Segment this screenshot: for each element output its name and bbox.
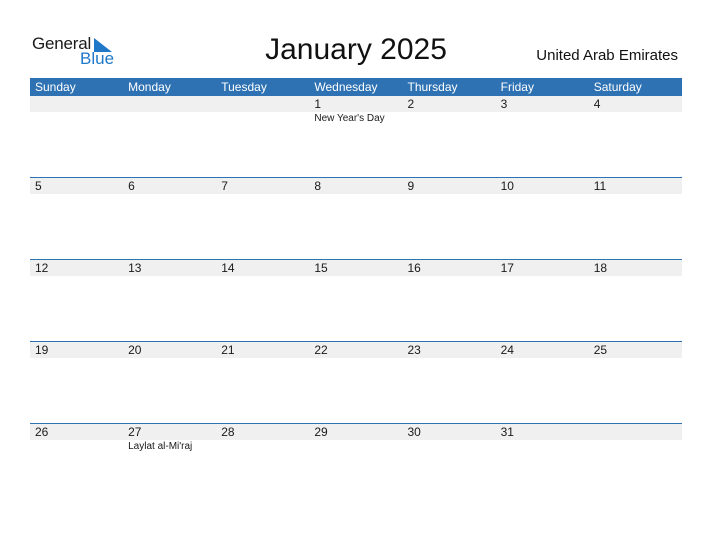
day-number: 5 bbox=[35, 179, 42, 193]
day-number: 19 bbox=[35, 343, 49, 357]
holiday-label bbox=[123, 112, 216, 126]
day-number: 30 bbox=[407, 425, 421, 439]
day-number: 21 bbox=[221, 343, 235, 357]
day-number: 6 bbox=[128, 179, 135, 193]
weekday-monday: Monday bbox=[128, 80, 171, 94]
day-number bbox=[589, 424, 682, 440]
holiday-label bbox=[309, 440, 402, 454]
weekday-sunday: Sunday bbox=[35, 80, 76, 94]
day-number: 16 bbox=[407, 261, 421, 275]
weekday-saturday: Saturday bbox=[593, 80, 642, 94]
day-number: 1 bbox=[314, 97, 322, 111]
day-number: 17 bbox=[500, 261, 514, 275]
day-number bbox=[30, 96, 123, 112]
events-row: Laylat al-Mi'raj bbox=[30, 440, 682, 454]
holiday-label bbox=[589, 440, 682, 454]
day-number: 3 bbox=[500, 97, 508, 111]
holiday-label bbox=[216, 112, 309, 126]
events-row: New Year's Day bbox=[30, 112, 682, 126]
holiday-label bbox=[403, 112, 496, 126]
day-number: 10 bbox=[500, 179, 514, 193]
calendar-grid: Sunday Monday Tuesday Wednesday Thursday… bbox=[30, 78, 682, 505]
day-number: 9 bbox=[407, 179, 415, 193]
week-row: 26 27 28 29 30 31 Laylat al-Mi'raj bbox=[30, 423, 682, 505]
holiday-label bbox=[30, 440, 123, 454]
holiday-label bbox=[403, 440, 496, 454]
day-number: 2 bbox=[407, 97, 415, 111]
date-strip: 19 20 21 22 23 24 25 bbox=[30, 342, 682, 358]
day-number: 13 bbox=[128, 261, 142, 275]
day-number: 29 bbox=[314, 425, 328, 439]
day-number: 24 bbox=[500, 343, 514, 357]
weekday-tuesday: Tuesday bbox=[221, 80, 267, 94]
holiday-label: Laylat al-Mi'raj bbox=[128, 441, 193, 452]
weeks-container: 1 2 3 4 New Year's Day 5 6 7 8 9 10 11 12 13 14 15 16 17 1… bbox=[30, 96, 682, 505]
day-number: 12 bbox=[35, 261, 49, 275]
day-number: 25 bbox=[593, 343, 608, 357]
day-number: 7 bbox=[221, 179, 228, 193]
date-strip: 26 27 28 29 30 31 bbox=[30, 424, 682, 440]
holiday-label bbox=[30, 112, 123, 126]
week-row: 1 2 3 4 New Year's Day bbox=[30, 96, 682, 177]
day-number bbox=[123, 96, 216, 112]
date-strip: 5 6 7 8 9 10 11 bbox=[30, 178, 682, 194]
day-number bbox=[216, 96, 309, 112]
day-number: 15 bbox=[314, 261, 328, 275]
day-number: 11 bbox=[593, 179, 607, 193]
day-number: 23 bbox=[407, 343, 421, 357]
day-number: 14 bbox=[221, 261, 235, 275]
week-row: 5 6 7 8 9 10 11 bbox=[30, 177, 682, 259]
weekday-friday: Friday bbox=[500, 80, 534, 94]
holiday-label bbox=[216, 440, 309, 454]
country-label: United Arab Emirates bbox=[536, 47, 678, 64]
day-number: 8 bbox=[314, 179, 322, 193]
day-number: 22 bbox=[314, 343, 328, 357]
weekday-wednesday: Wednesday bbox=[314, 80, 378, 94]
day-number: 26 bbox=[35, 425, 49, 439]
week-row: 19 20 21 22 23 24 25 bbox=[30, 341, 682, 423]
day-number: 18 bbox=[593, 261, 608, 275]
day-number: 4 bbox=[593, 97, 601, 111]
day-number: 31 bbox=[500, 425, 514, 439]
weekday-header: Sunday Monday Tuesday Wednesday Thursday… bbox=[30, 78, 682, 96]
holiday-label bbox=[496, 112, 589, 126]
holiday-label bbox=[589, 112, 682, 126]
holiday-label: New Year's Day bbox=[314, 113, 385, 124]
date-strip: 12 13 14 15 16 17 18 bbox=[30, 260, 682, 276]
day-number: 20 bbox=[128, 343, 142, 357]
day-number: 27 bbox=[128, 425, 142, 439]
date-strip: 1 2 3 4 bbox=[30, 96, 682, 112]
weekday-thursday: Thursday bbox=[407, 80, 458, 94]
week-row: 12 13 14 15 16 17 18 bbox=[30, 259, 682, 341]
holiday-label bbox=[496, 440, 589, 454]
day-number: 28 bbox=[221, 425, 235, 439]
